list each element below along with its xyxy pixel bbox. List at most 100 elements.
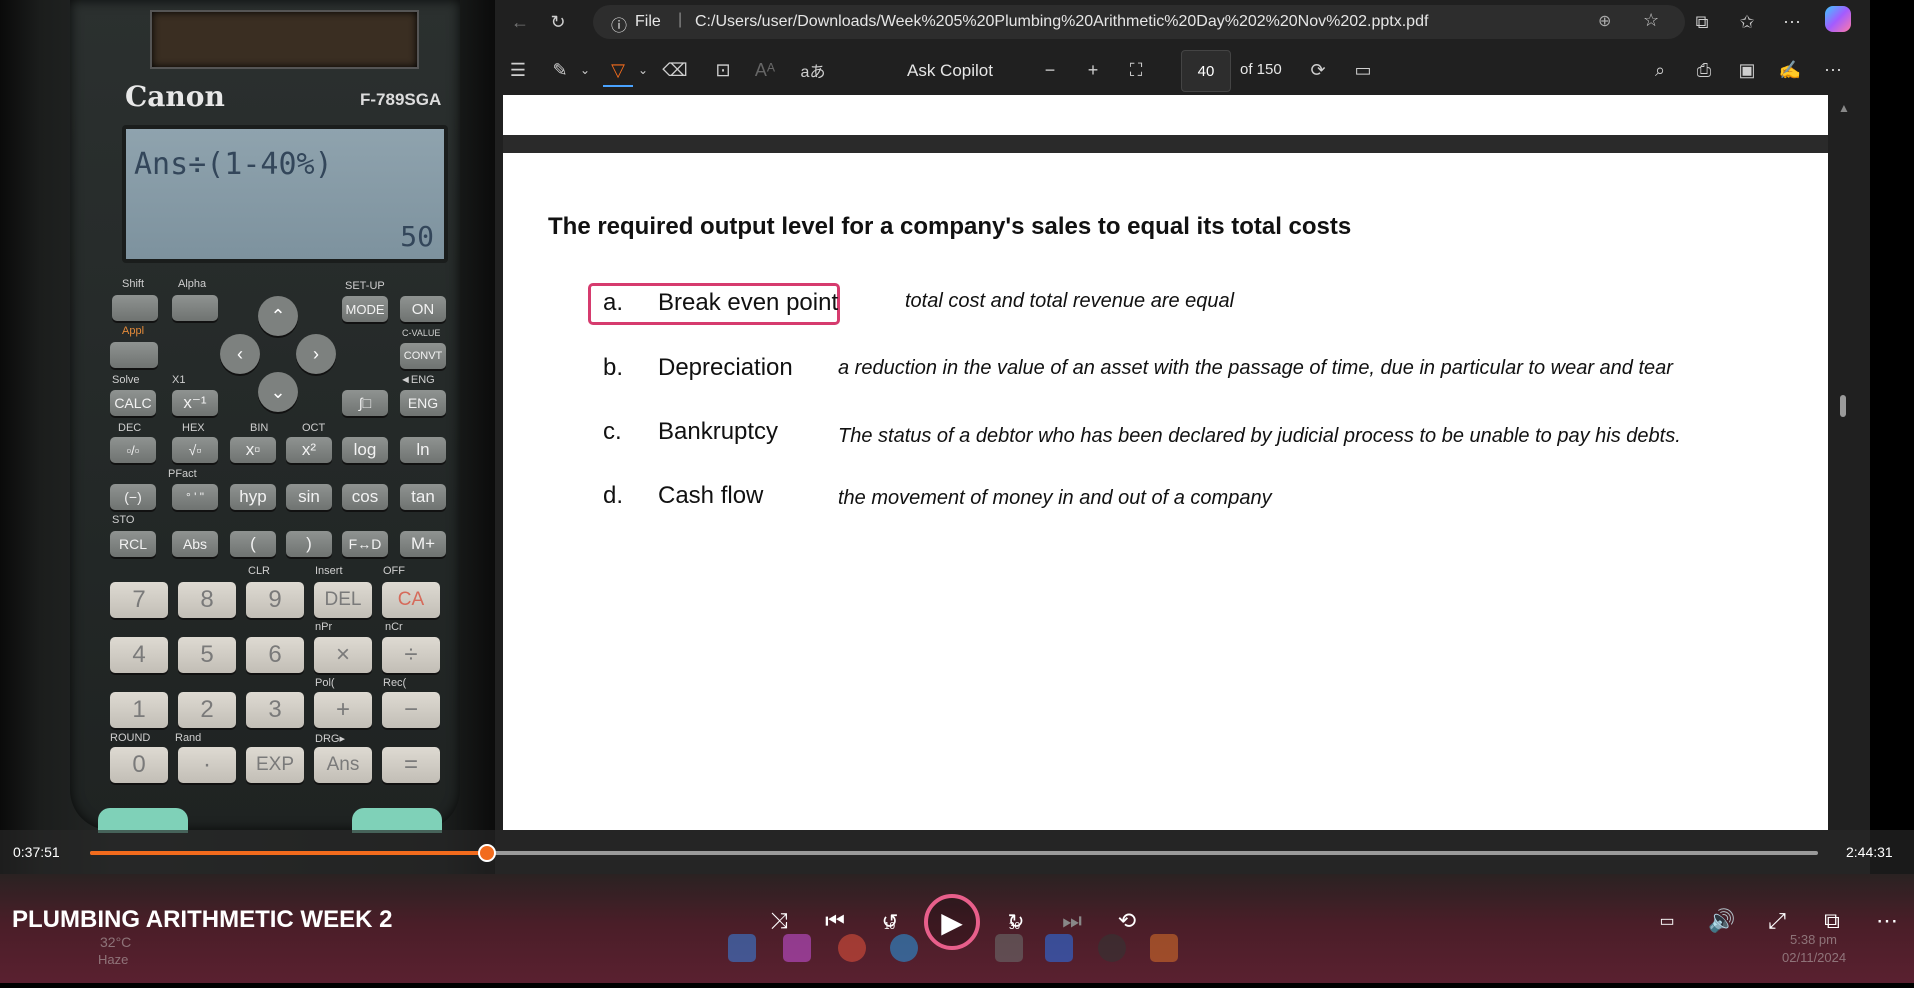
option-b-letter: b. — [603, 354, 624, 381]
label-sto: STO — [112, 514, 135, 526]
scroll-up-icon[interactable]: ▲ — [1838, 101, 1850, 115]
scroll-thumb[interactable] — [1840, 395, 1846, 417]
label-round: ROUND — [110, 732, 151, 744]
rcl-key: RCL — [110, 531, 156, 557]
read-aloud-button[interactable]: aあ — [793, 55, 833, 85]
favorites-icon[interactable]: ✩ — [1732, 7, 1762, 37]
copilot-icon[interactable] — [1825, 6, 1851, 32]
label-x1: X1 — [172, 374, 186, 386]
address-prefix: File — [635, 13, 661, 30]
label-pol: Pol( — [315, 677, 335, 689]
multiply-key: × — [314, 637, 372, 673]
address-toolbar: ← ↻ ⓘ File | C:/Users/user/Downloads/Wee… — [495, 0, 1870, 44]
volume-icon[interactable]: 🔊 — [1705, 904, 1739, 938]
sqrt-key: √▫ — [172, 437, 218, 463]
play-button[interactable]: ▶ — [924, 894, 980, 950]
label-clr: CLR — [248, 565, 271, 577]
right-arrow-icon: › — [296, 334, 336, 374]
label-hex: HEX — [182, 422, 205, 434]
captions-icon[interactable]: ▭ — [1650, 904, 1684, 938]
ask-copilot-button[interactable]: Ask Copilot — [907, 61, 993, 81]
obs-icon — [1098, 934, 1126, 962]
page-separator — [503, 135, 1828, 153]
text-box-icon[interactable]: ⊡ — [708, 55, 738, 85]
up-arrow-icon: ⌃ — [258, 296, 298, 336]
log-key: log — [342, 437, 388, 463]
key-9: 9 — [246, 582, 304, 618]
eng-key: ENG — [400, 390, 446, 416]
seek-bar[interactable] — [90, 844, 1818, 862]
label-npr: nPr — [315, 621, 333, 633]
label-pfact: PFact — [168, 468, 197, 480]
fd-key: F↔D — [342, 531, 388, 557]
draw-dropdown-icon[interactable]: ⌄ — [570, 55, 600, 85]
ca-key: CA — [382, 582, 440, 618]
refresh-icon[interactable]: ↻ — [543, 7, 573, 37]
fullscreen-icon[interactable]: ⤢ — [1760, 904, 1794, 938]
edge-icon — [890, 934, 918, 962]
page-view-icon[interactable]: ▭ — [1348, 55, 1378, 85]
page-total: of 150 — [1240, 61, 1282, 78]
skip-back-seconds: 10 — [884, 921, 896, 932]
option-c-description: The status of a debtor who has been decl… — [838, 425, 1681, 447]
video-title: PLUMBING ARITHMETIC WEEK 2 — [12, 906, 393, 933]
appl-key — [110, 342, 158, 368]
contents-icon[interactable]: ☰ — [503, 55, 533, 85]
settings-more-icon[interactable]: ⋯ — [1818, 55, 1848, 85]
search-icon[interactable]: ⌕ — [1645, 55, 1675, 85]
left-paren-key: ( — [230, 531, 276, 557]
next-icon[interactable]: ⏭ — [1055, 904, 1089, 938]
save-as-icon[interactable]: ✍ — [1775, 55, 1805, 85]
shuffle-icon[interactable]: ⤨ — [762, 904, 796, 938]
repeat-icon[interactable]: ⟲ — [1110, 904, 1144, 938]
font-size-icon[interactable]: Aᴬ — [750, 55, 780, 85]
left-arrow-icon: ‹ — [220, 334, 260, 374]
zoom-in-button[interactable]: + — [1078, 55, 1108, 85]
option-c-letter: c. — [603, 418, 622, 445]
zoom-out-button[interactable]: − — [1035, 55, 1065, 85]
rotate-icon[interactable]: ⟳ — [1303, 55, 1333, 85]
miniplayer-icon[interactable]: ⧉ — [1815, 904, 1849, 938]
highlight-dropdown-icon[interactable]: ⌄ — [628, 55, 658, 85]
label-shift: Shift — [122, 278, 145, 290]
favorite-star-icon[interactable]: ☆ — [1643, 10, 1659, 31]
previous-icon[interactable]: ⏮ — [818, 904, 852, 938]
label-bin: BIN — [250, 422, 269, 434]
ans-key: Ans — [314, 747, 372, 783]
eraser-icon[interactable]: ⌫ — [660, 55, 690, 85]
fit-page-icon[interactable]: ⛶ — [1121, 55, 1151, 85]
more-options-icon[interactable]: ⋯ — [1777, 7, 1807, 37]
key-7: 7 — [110, 582, 168, 618]
info-icon[interactable]: ⓘ — [611, 12, 627, 36]
video-player-controls: 32°C Haze 5:38 pm 02/11/2024 PLUMBING AR… — [0, 874, 1914, 983]
abs-key: Abs — [172, 531, 218, 557]
save-icon[interactable]: ▣ — [1732, 55, 1762, 85]
back-icon[interactable]: ← — [505, 7, 535, 37]
print-icon[interactable]: ⎙ — [1689, 55, 1719, 85]
option-d-description: the movement of money in and out of a co… — [838, 487, 1272, 509]
calculator-display: Ans÷(1-40%) 50 — [122, 125, 448, 263]
power-key: x▫ — [230, 437, 276, 463]
total-duration: 2:44:31 — [1846, 844, 1893, 860]
solar-panel — [150, 10, 419, 69]
label-ncr: nCr — [385, 621, 403, 633]
elapsed-time: 0:37:51 — [13, 844, 60, 860]
option-d-letter: d. — [603, 482, 624, 509]
page-number-input[interactable]: 40 — [1181, 50, 1231, 92]
tan-key: tan — [400, 484, 446, 510]
negative-key: (−) — [110, 484, 156, 510]
player-more-icon[interactable]: ⋯ — [1870, 904, 1904, 938]
pdf-scrollbar[interactable]: ▲ — [1828, 95, 1858, 830]
key-5: 5 — [178, 637, 236, 673]
calculator-brand: Canon — [125, 80, 225, 113]
address-bar[interactable]: ⓘ File | C:/Users/user/Downloads/Week%20… — [593, 5, 1685, 39]
extensions-icon[interactable]: ⧉ — [1687, 7, 1717, 37]
taskbar-date: 02/11/2024 — [1782, 950, 1847, 965]
seek-thumb[interactable] — [478, 844, 497, 862]
zoom-icon[interactable]: ⊕ — [1598, 11, 1611, 31]
inverse-key: x⁻¹ — [172, 390, 218, 416]
plus-key: + — [314, 692, 372, 728]
on-key: ON — [400, 296, 446, 322]
option-a-letter: a. — [603, 289, 624, 316]
chrome-icon — [838, 934, 866, 962]
